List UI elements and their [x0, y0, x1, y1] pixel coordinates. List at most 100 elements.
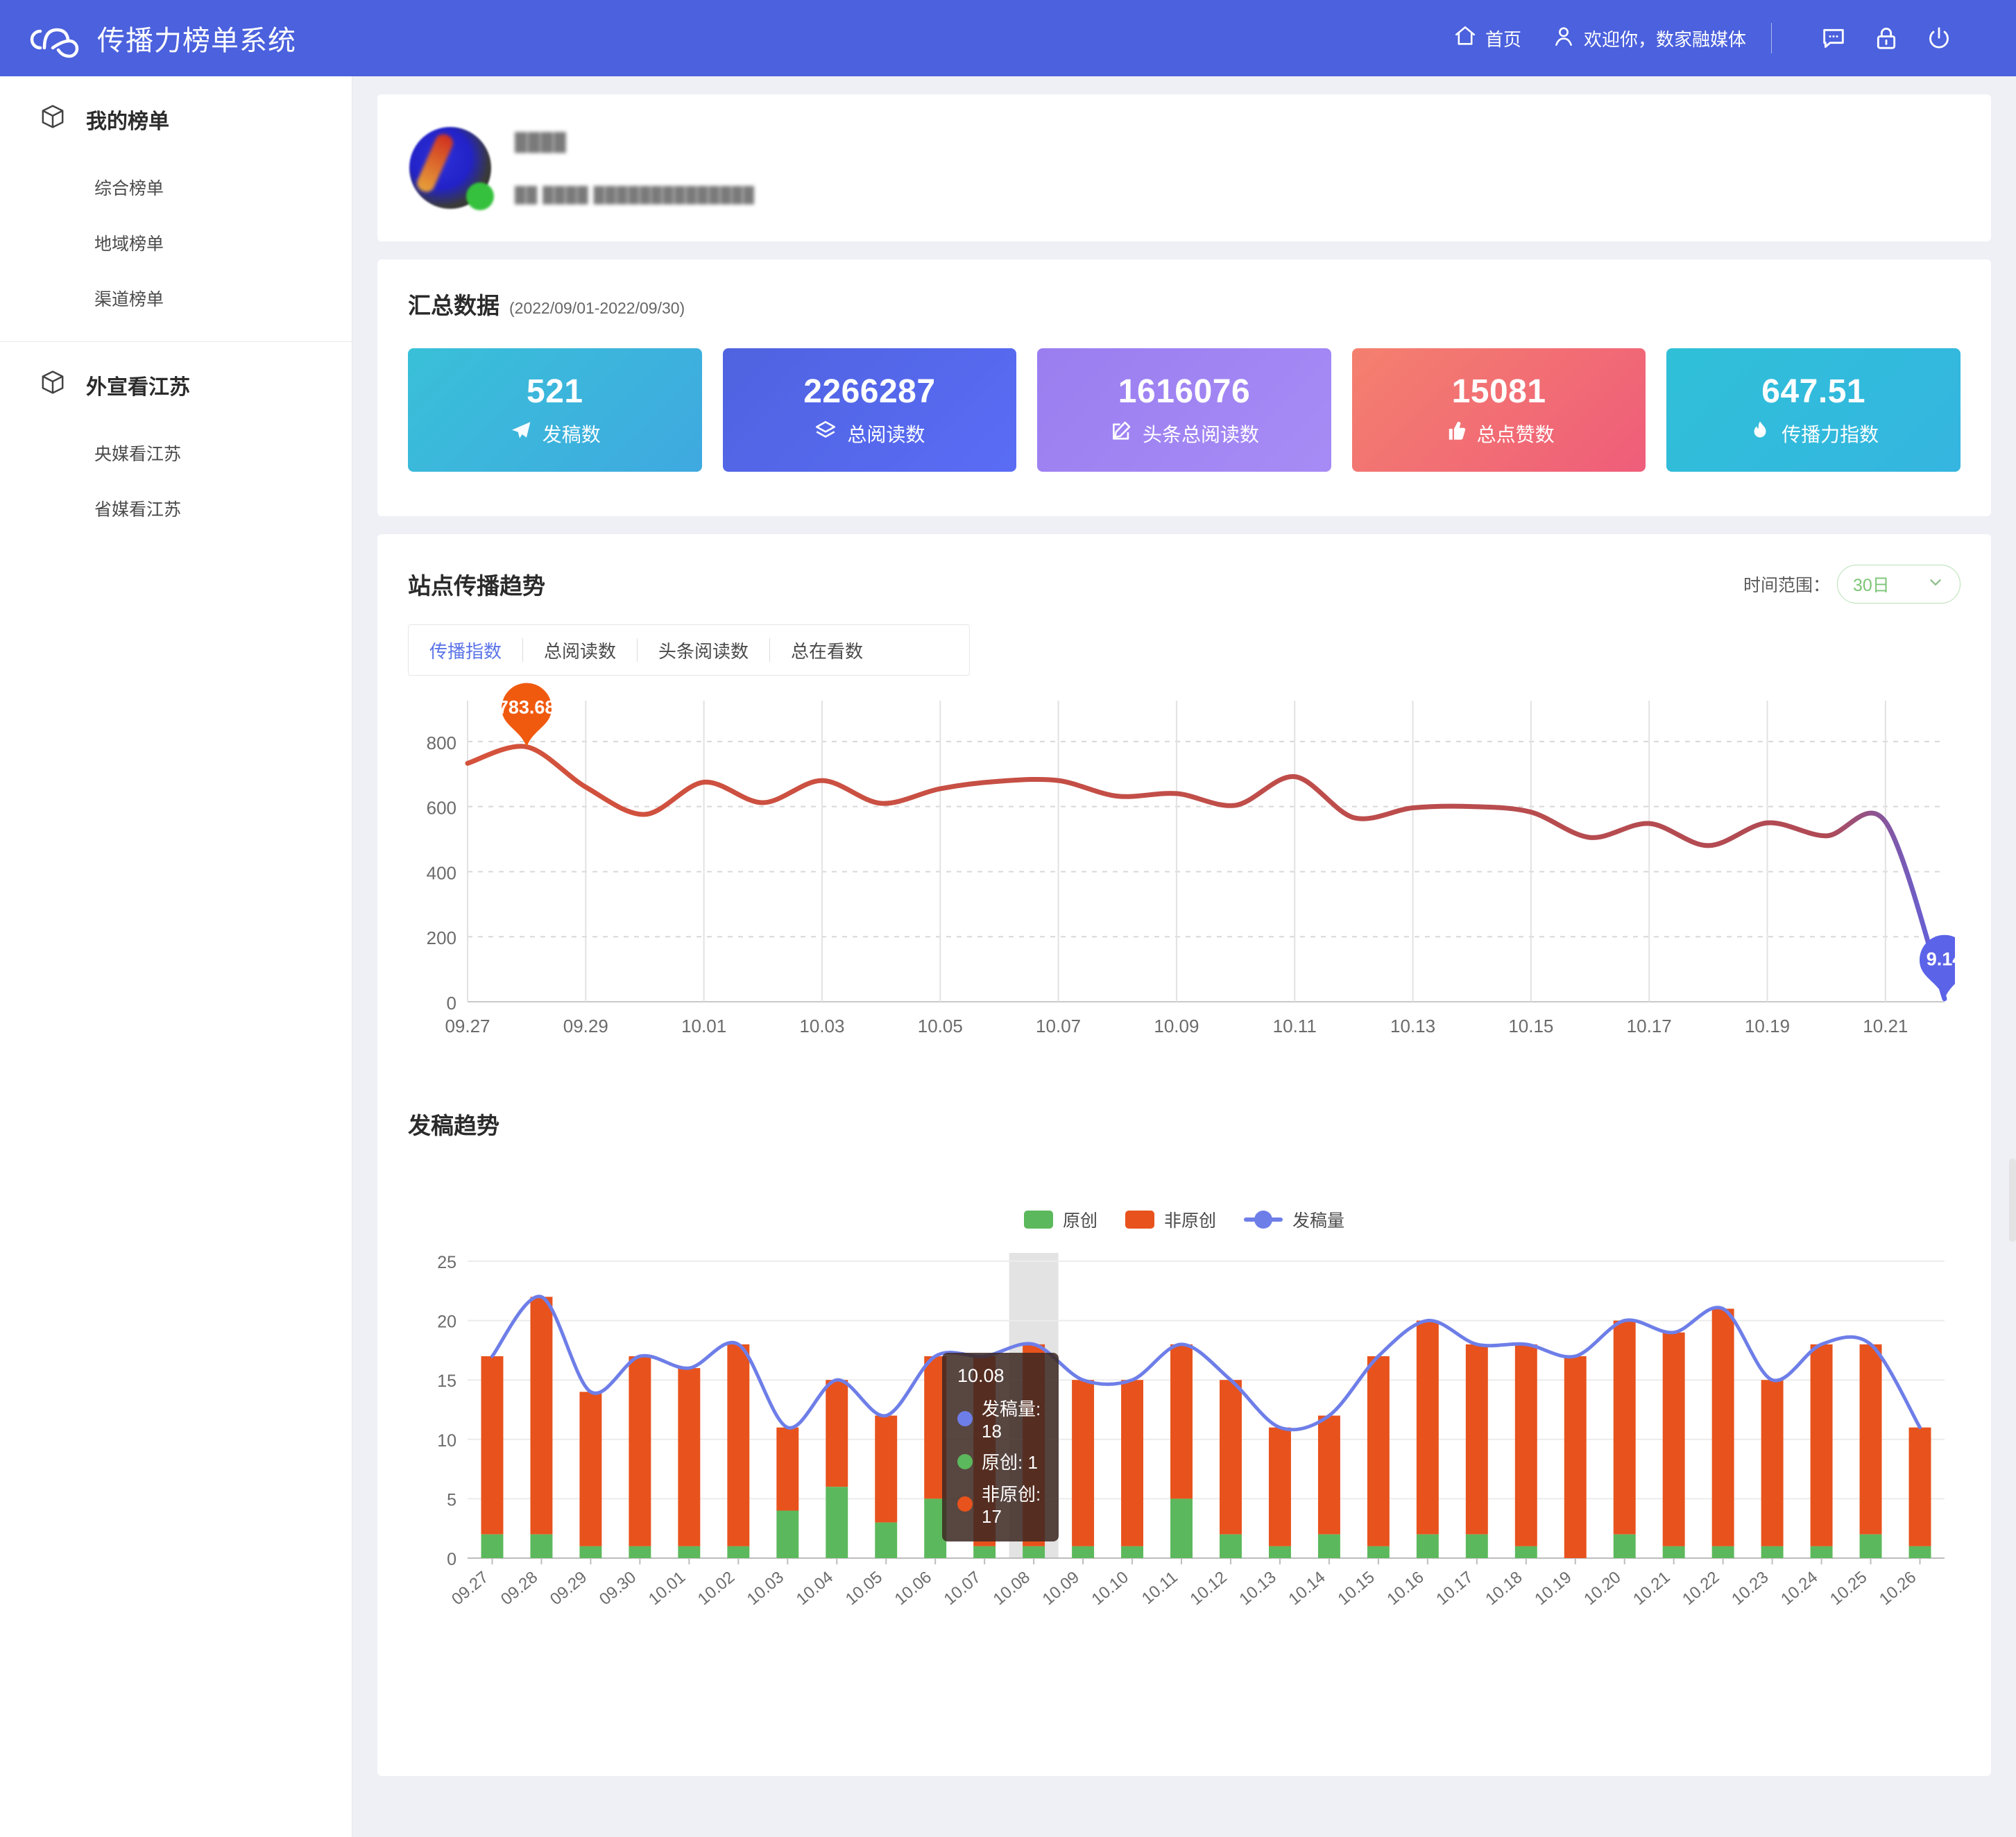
tab-watching[interactable]: 总在看数	[770, 638, 884, 663]
stat-card-posts[interactable]: 521 发稿数	[408, 348, 702, 472]
svg-text:10.19: 10.19	[1745, 1016, 1790, 1036]
profile-text: ████ ██ ████ ██████████████	[515, 133, 755, 204]
stat-value: 15081	[1452, 373, 1546, 411]
legend-item-non-original[interactable]: 非原创	[1125, 1207, 1216, 1232]
post-trend-bar-chart[interactable]: 051015202509.2709.2809.2909.3010.0110.02…	[408, 1247, 1955, 1636]
tab-total-reads[interactable]: 总阅读数	[523, 638, 637, 663]
svg-text:10.01: 10.01	[645, 1568, 689, 1609]
summary-header: 汇总数据 (2022/09/01-2022/09/30)	[408, 287, 1961, 321]
sidebar-item-my-rank[interactable]: 我的榜单	[0, 76, 352, 160]
power-icon[interactable]	[1923, 22, 1955, 54]
bar-chart-title: 发稿趋势	[408, 1107, 1961, 1140]
legend-item-post-count[interactable]: 发稿量	[1244, 1207, 1344, 1232]
divider	[1771, 23, 1772, 53]
svg-text:10.06: 10.06	[891, 1568, 935, 1609]
sidebar-item-provincial-media[interactable]: 省媒看江苏	[0, 481, 352, 536]
svg-text:10.13: 10.13	[1390, 1016, 1435, 1036]
stat-label-text: 总点赞数	[1477, 420, 1555, 447]
top-header-bar: 传播力榜单系统 首页 欢迎你，数家融媒体	[0, 0, 2016, 76]
svg-text:10.09: 10.09	[1039, 1568, 1083, 1609]
stat-card-total-reads[interactable]: 2266287 总阅读数	[723, 348, 1017, 472]
svg-text:10.18: 10.18	[1482, 1568, 1526, 1609]
svg-text:10.25: 10.25	[1827, 1568, 1870, 1609]
stat-label: 总点赞数	[1444, 419, 1555, 447]
stat-value: 647.51	[1761, 373, 1865, 411]
summary-card: 汇总数据 (2022/09/01-2022/09/30) 521 发稿数 226…	[377, 259, 1991, 516]
legend-swatch-icon	[1125, 1211, 1154, 1229]
sidebar: 我的榜单 综合榜单 地域榜单 渠道榜单 外宣看江苏 央媒看江苏 省媒看江苏	[0, 76, 352, 1837]
svg-text:0: 0	[447, 993, 456, 1014]
nav-home[interactable]: 首页	[1453, 24, 1521, 53]
summary-date-range: (2022/09/01-2022/09/30)	[509, 299, 685, 318]
svg-text:200: 200	[427, 928, 456, 948]
sidebar-group-label: 外宣看江苏	[86, 370, 190, 400]
svg-text:10.09: 10.09	[1154, 1016, 1199, 1036]
thumb-up-icon	[1444, 419, 1467, 447]
sidebar-item-channel[interactable]: 渠道榜单	[0, 271, 352, 326]
stat-value: 2266287	[803, 373, 935, 411]
time-range-select[interactable]: 30日	[1837, 565, 1961, 604]
svg-text:10.05: 10.05	[918, 1016, 963, 1036]
brand-title: 传播力榜单系统	[97, 18, 296, 58]
svg-text:10.16: 10.16	[1383, 1568, 1427, 1609]
svg-text:10.10: 10.10	[1088, 1568, 1132, 1609]
home-icon	[1453, 24, 1477, 53]
legend-label: 发稿量	[1292, 1207, 1344, 1232]
welcome-label: 欢迎你，数家融媒体	[1584, 26, 1746, 51]
svg-text:10.07: 10.07	[1036, 1016, 1081, 1036]
lock-icon[interactable]	[1870, 22, 1902, 54]
sidebar-group-label: 我的榜单	[86, 104, 169, 135]
svg-text:15: 15	[437, 1372, 456, 1391]
svg-text:10.24: 10.24	[1777, 1568, 1821, 1609]
trend-card: 站点传播趋势 时间范围： 30日 传播指数 总阅读数 头条阅读数 总在看数	[377, 534, 1991, 1776]
sidebar-item-jiangsu[interactable]: 外宣看江苏	[0, 342, 352, 425]
stat-label: 发稿数	[509, 419, 601, 447]
bar-chart-container: 051015202509.2709.2809.2909.3010.0110.02…	[408, 1247, 1961, 1636]
stat-card-headline-reads[interactable]: 1616076 头条总阅读数	[1037, 348, 1331, 472]
tab-index[interactable]: 传播指数	[409, 638, 522, 663]
nav-user[interactable]: 欢迎你，数家融媒体	[1552, 24, 1746, 53]
legend-item-original[interactable]: 原创	[1024, 1207, 1097, 1232]
cube-icon	[39, 103, 67, 136]
sidebar-item-region[interactable]: 地域榜单	[0, 215, 352, 271]
svg-text:10.17: 10.17	[1627, 1016, 1672, 1036]
sidebar-group-jiangsu: 外宣看江苏 央媒看江苏 省媒看江苏	[0, 342, 352, 536]
scrollbar-thumb[interactable]	[2009, 1159, 2016, 1242]
svg-text:10.03: 10.03	[744, 1568, 787, 1609]
svg-text:800: 800	[427, 733, 456, 753]
line-chart-container: 020040060080009.2709.2910.0110.0310.0510…	[408, 676, 1961, 1064]
cube-icon	[39, 368, 67, 402]
stat-label-text: 头条总阅读数	[1143, 420, 1259, 447]
stat-value: 1616076	[1118, 373, 1250, 411]
svg-text:600: 600	[427, 798, 456, 819]
sidebar-item-comprehensive[interactable]: 综合榜单	[0, 160, 352, 215]
tab-headline-reads[interactable]: 头条阅读数	[638, 638, 769, 663]
svg-text:400: 400	[427, 862, 456, 883]
svg-text:10.19: 10.19	[1531, 1568, 1575, 1609]
stat-label-text: 发稿数	[543, 420, 601, 447]
svg-text:10.21: 10.21	[1863, 1016, 1908, 1036]
stat-card-likes[interactable]: 15081 总点赞数	[1352, 348, 1646, 472]
profile-name: ████	[515, 133, 755, 153]
stat-label: 传播力指数	[1748, 419, 1879, 447]
cloud-logo-icon	[26, 17, 79, 59]
svg-text:10.20: 10.20	[1580, 1568, 1624, 1609]
stat-label-text: 传播力指数	[1782, 420, 1879, 447]
time-range-control: 时间范围： 30日	[1743, 565, 1961, 604]
time-range-label: 时间范围：	[1743, 572, 1830, 597]
site-trend-line-chart[interactable]: 020040060080009.2709.2910.0110.0310.0510…	[408, 676, 1955, 1064]
svg-text:10.17: 10.17	[1433, 1568, 1476, 1609]
legend-label: 原创	[1063, 1207, 1097, 1232]
sidebar-item-central-media[interactable]: 央媒看江苏	[0, 425, 352, 481]
svg-text:10.13: 10.13	[1236, 1568, 1279, 1609]
stat-card-index[interactable]: 647.51 传播力指数	[1666, 348, 1961, 472]
svg-text:5: 5	[447, 1490, 456, 1510]
fire-icon	[1748, 419, 1772, 447]
profile-meta: ██ ████ ██████████████	[515, 186, 755, 204]
svg-text:20: 20	[437, 1313, 456, 1332]
svg-text:10: 10	[437, 1431, 456, 1451]
message-icon[interactable]	[1818, 22, 1850, 54]
svg-text:10.05: 10.05	[842, 1568, 886, 1609]
avatar-status-badge	[466, 182, 494, 210]
metric-tabs: 传播指数 总阅读数 头条阅读数 总在看数	[408, 624, 970, 676]
